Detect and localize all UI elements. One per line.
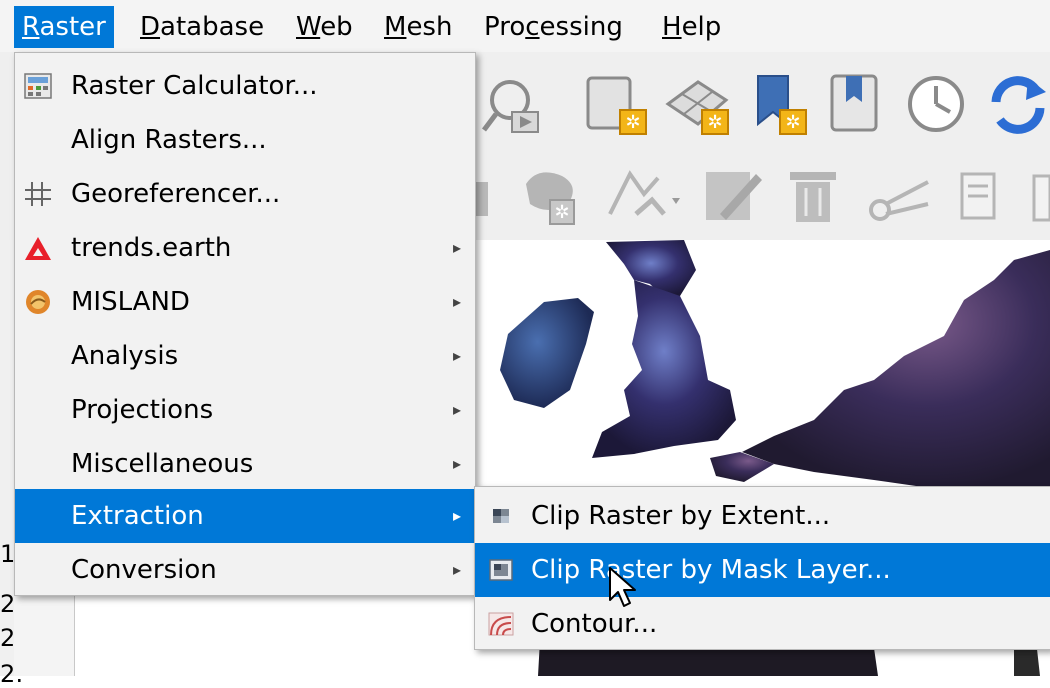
menu-bar: Raster Database Web Mesh Processing Help (0, 0, 1050, 53)
vertex-tool-icon[interactable] (600, 164, 686, 230)
menu-mesh[interactable]: Mesh (376, 6, 460, 48)
trends-earth-icon (25, 237, 51, 260)
menu-item-georeferencer[interactable]: Georeferencer... (15, 167, 475, 221)
menu-item-extraction[interactable]: Extraction ▸ (15, 489, 475, 543)
menu-database[interactable]: Database (132, 6, 272, 48)
menu-item-label: Raster Calculator... (71, 71, 318, 101)
mouse-cursor-icon (609, 567, 636, 607)
svg-text:✲: ✲ (554, 202, 569, 223)
menu-item-label: Extraction (71, 501, 204, 531)
menu-item-label: MISLAND (71, 287, 190, 317)
menu-item-clip-raster-by-mask-layer[interactable]: Clip Raster by Mask Layer... (475, 543, 1050, 597)
menu-item-clip-raster-by-extent[interactable]: Clip Raster by Extent... (475, 489, 1050, 543)
show-bookmarks-icon[interactable] (826, 72, 886, 138)
clip-extent-icon (493, 509, 509, 523)
menu-help[interactable]: Help (654, 6, 729, 48)
menu-item-projections[interactable]: Projections ▸ (15, 383, 475, 437)
paste-features-icon[interactable] (1030, 164, 1050, 230)
row-number: 2: (0, 590, 24, 618)
clip-mask-icon (489, 559, 513, 581)
submenu-arrow-icon: ▸ (452, 506, 461, 525)
extraction-submenu: Clip Raster by Extent... Clip Raster by … (474, 486, 1050, 650)
menu-item-align-rasters[interactable]: Align Rasters... (15, 113, 475, 167)
menu-item-raster-calculator[interactable]: Raster Calculator... (15, 59, 475, 113)
calculator-icon (24, 73, 52, 99)
raster-menu-dropdown: Raster Calculator... Align Rasters... Ge… (14, 52, 476, 596)
menu-item-label: Georeferencer... (71, 179, 281, 209)
menu-item-contour[interactable]: Contour... (475, 597, 1050, 651)
identify-icon[interactable] (482, 74, 552, 138)
partial-icon (474, 182, 488, 216)
submenu-arrow-icon: ▸ (452, 454, 461, 473)
misland-icon (26, 290, 50, 314)
modify-attributes-icon[interactable] (700, 164, 766, 230)
svg-text:✲: ✲ (707, 112, 722, 133)
svg-text:✲: ✲ (625, 112, 640, 133)
menu-item-label: Clip Raster by Extent... (531, 501, 831, 531)
refresh-icon[interactable] (986, 72, 1050, 138)
svg-text:✲: ✲ (785, 112, 800, 133)
submenu-arrow-icon: ▸ (452, 400, 461, 419)
new-map-view-icon[interactable]: ✲ (582, 74, 652, 138)
copy-features-icon[interactable] (956, 164, 1006, 230)
cut-features-icon[interactable] (866, 164, 936, 230)
menu-item-analysis[interactable]: Analysis ▸ (15, 329, 475, 383)
temporal-controller-icon[interactable] (904, 72, 968, 138)
menu-item-label: Miscellaneous (71, 449, 254, 479)
add-feature-icon[interactable]: ✲ (518, 164, 584, 230)
submenu-arrow-icon: ▸ (452, 560, 461, 579)
submenu-arrow-icon: ▸ (452, 346, 461, 365)
menu-item-label: Conversion (71, 555, 217, 585)
submenu-arrow-icon: ▸ (452, 238, 461, 257)
menu-item-label: Contour... (531, 609, 658, 639)
submenu-arrow-icon: ▸ (452, 292, 461, 311)
menu-item-label: Clip Raster by Mask Layer... (531, 555, 891, 585)
menu-item-label: trends.earth (71, 233, 232, 263)
contour-icon (488, 612, 514, 636)
menu-item-trends-earth[interactable]: trends.earth ▸ (15, 221, 475, 275)
delete-selected-icon[interactable] (784, 164, 842, 230)
menu-item-label: Projections (71, 395, 214, 425)
row-number: 2: (0, 624, 24, 652)
menu-processing[interactable]: Processing (476, 6, 631, 48)
menu-item-label: Analysis (71, 341, 179, 371)
menu-item-misland[interactable]: MISLAND ▸ (15, 275, 475, 329)
menu-raster[interactable]: Raster (14, 6, 114, 48)
layers-panel (14, 596, 75, 676)
new-3d-map-icon[interactable]: ✲ (664, 74, 734, 138)
menu-item-conversion[interactable]: Conversion ▸ (15, 543, 475, 597)
grid-icon (25, 182, 51, 206)
menu-item-miscellaneous[interactable]: Miscellaneous ▸ (15, 437, 475, 491)
menu-item-label: Align Rasters... (71, 125, 267, 155)
row-number: 2: (0, 660, 24, 688)
new-bookmark-icon[interactable]: ✲ (750, 72, 810, 138)
row-number: 1 (0, 540, 16, 568)
menu-web[interactable]: Web (288, 6, 361, 48)
